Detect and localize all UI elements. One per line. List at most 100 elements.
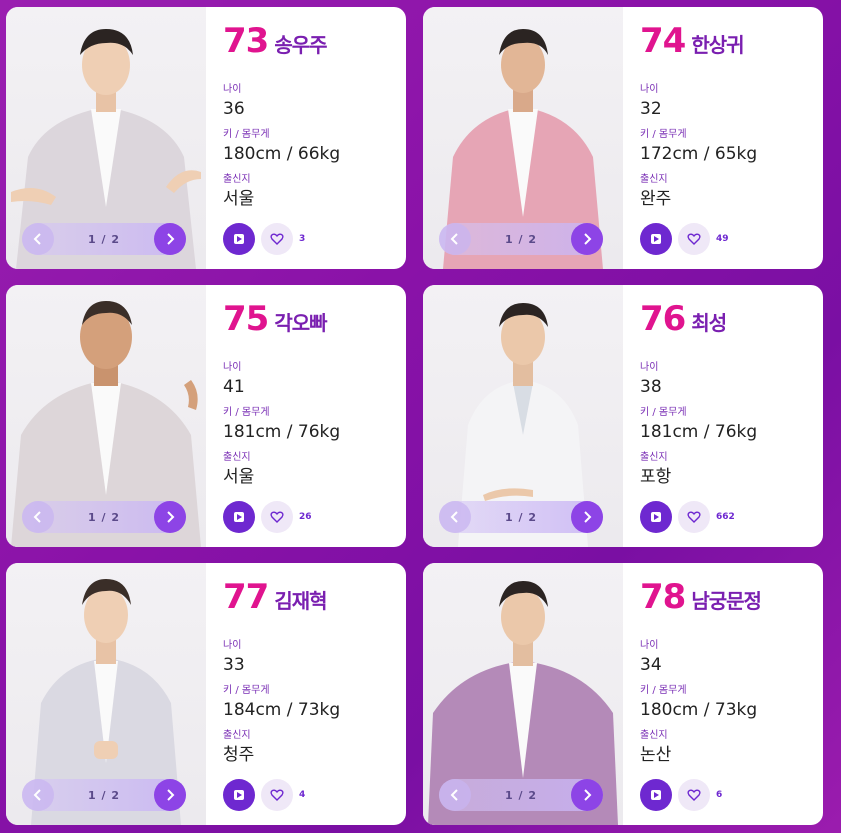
contestant-title: 75 각오빠	[223, 299, 406, 343]
prev-photo-button[interactable]	[439, 223, 471, 255]
play-button[interactable]	[223, 779, 255, 811]
photo-page-indicator: 1 / 2	[88, 232, 120, 246]
photo-pager: 1 / 2	[439, 779, 603, 811]
like-button[interactable]	[678, 779, 710, 811]
contestant-number: 74	[640, 21, 686, 61]
chevron-right-icon	[584, 511, 592, 523]
height-weight-value: 181cm / 76kg	[640, 422, 758, 442]
chevron-left-icon	[33, 789, 41, 801]
contestant-info: 76 최성 나이 38 키 / 몸무게 181cm / 76kg 출신지 포항 …	[623, 285, 823, 547]
play-button[interactable]	[223, 223, 255, 255]
contestant-photo: 1 / 2	[423, 563, 623, 825]
play-icon	[234, 512, 244, 522]
chevron-right-icon	[167, 511, 175, 523]
prev-photo-button[interactable]	[439, 779, 471, 811]
photo-page-indicator: 1 / 2	[505, 510, 537, 524]
contestant-card[interactable]: 1 / 2 74 한상귀 나이 32 키 / 몸무게 172cm / 65kg …	[423, 7, 823, 269]
age-value: 34	[640, 655, 662, 675]
contestant-name: 송우주	[274, 33, 327, 57]
contestant-photo: 1 / 2	[423, 285, 623, 547]
play-button[interactable]	[640, 779, 672, 811]
contestant-photo: 1 / 2	[6, 285, 206, 547]
prev-photo-button[interactable]	[439, 501, 471, 533]
chevron-right-icon	[167, 233, 175, 245]
chevron-left-icon	[450, 511, 458, 523]
card-actions: 6	[640, 779, 722, 811]
chevron-right-icon	[167, 789, 175, 801]
like-count: 662	[716, 512, 735, 522]
play-button[interactable]	[640, 501, 672, 533]
contestant-card[interactable]: 1 / 2 75 각오빠 나이 41 키 / 몸무게 181cm / 76kg …	[6, 285, 406, 547]
height-weight-value: 180cm / 66kg	[223, 144, 341, 164]
age-label: 나이	[640, 362, 659, 373]
age-label: 나이	[223, 362, 242, 373]
hometown-label: 출신지	[640, 730, 668, 741]
contestant-photo: 1 / 2	[423, 7, 623, 269]
card-actions: 4	[223, 779, 305, 811]
age-value: 38	[640, 377, 662, 397]
height-weight-value: 172cm / 65kg	[640, 144, 758, 164]
like-button[interactable]	[261, 501, 293, 533]
hometown-label: 출신지	[223, 174, 251, 185]
play-icon	[651, 234, 661, 244]
photo-page-indicator: 1 / 2	[505, 232, 537, 246]
hometown-label: 출신지	[640, 452, 668, 463]
next-photo-button[interactable]	[570, 779, 603, 811]
contestant-photo: 1 / 2	[6, 7, 206, 269]
like-button[interactable]	[678, 223, 710, 255]
hometown-value: 서울	[223, 467, 255, 487]
play-button[interactable]	[223, 501, 255, 533]
prev-photo-button[interactable]	[22, 779, 54, 811]
hometown-value: 논산	[640, 745, 672, 765]
prev-photo-button[interactable]	[22, 223, 54, 255]
contestant-card[interactable]: 1 / 2 77 김재혁 나이 33 키 / 몸무게 184cm / 73kg …	[6, 563, 406, 825]
contestant-number: 77	[223, 577, 269, 617]
chevron-left-icon	[33, 233, 41, 245]
next-photo-button[interactable]	[153, 223, 186, 255]
photo-pager: 1 / 2	[22, 501, 186, 533]
chevron-left-icon	[450, 789, 458, 801]
photo-pager: 1 / 2	[439, 223, 603, 255]
card-actions: 3	[223, 223, 305, 255]
photo-pager: 1 / 2	[439, 501, 603, 533]
contestant-title: 73 송우주	[223, 21, 406, 65]
contestant-card[interactable]: 1 / 2 78 남궁문정 나이 34 키 / 몸무게 180cm / 73kg…	[423, 563, 823, 825]
contestant-title: 74 한상귀	[640, 21, 823, 65]
heart-icon	[687, 511, 701, 523]
card-actions: 49	[640, 223, 729, 255]
contestant-name: 최성	[691, 311, 727, 335]
photo-page-indicator: 1 / 2	[88, 788, 120, 802]
contestant-number: 73	[223, 21, 269, 61]
heart-icon	[270, 233, 284, 245]
hometown-label: 출신지	[223, 452, 251, 463]
age-label: 나이	[223, 84, 242, 95]
contestant-name: 김재혁	[274, 589, 327, 613]
contestant-info: 73 송우주 나이 36 키 / 몸무게 180cm / 66kg 출신지 서울…	[206, 7, 406, 269]
next-photo-button[interactable]	[153, 501, 186, 533]
contestant-info: 77 김재혁 나이 33 키 / 몸무게 184cm / 73kg 출신지 청주…	[206, 563, 406, 825]
chevron-left-icon	[33, 511, 41, 523]
like-button[interactable]	[678, 501, 710, 533]
chevron-right-icon	[584, 233, 592, 245]
height-weight-value: 181cm / 76kg	[223, 422, 341, 442]
heart-icon	[687, 789, 701, 801]
height-weight-label: 키 / 몸무게	[223, 407, 270, 418]
age-label: 나이	[223, 640, 242, 651]
like-count: 26	[299, 512, 312, 522]
contestant-card[interactable]: 1 / 2 73 송우주 나이 36 키 / 몸무게 180cm / 66kg …	[6, 7, 406, 269]
contestant-number: 76	[640, 299, 686, 339]
next-photo-button[interactable]	[570, 501, 603, 533]
prev-photo-button[interactable]	[22, 501, 54, 533]
next-photo-button[interactable]	[570, 223, 603, 255]
play-icon	[651, 512, 661, 522]
photo-page-indicator: 1 / 2	[88, 510, 120, 524]
like-button[interactable]	[261, 223, 293, 255]
like-count: 4	[299, 790, 306, 800]
play-icon	[234, 234, 244, 244]
height-weight-label: 키 / 몸무게	[640, 407, 687, 418]
contestant-card[interactable]: 1 / 2 76 최성 나이 38 키 / 몸무게 181cm / 76kg 출…	[423, 285, 823, 547]
play-button[interactable]	[640, 223, 672, 255]
next-photo-button[interactable]	[153, 779, 186, 811]
like-button[interactable]	[261, 779, 293, 811]
contestant-number: 78	[640, 577, 686, 617]
